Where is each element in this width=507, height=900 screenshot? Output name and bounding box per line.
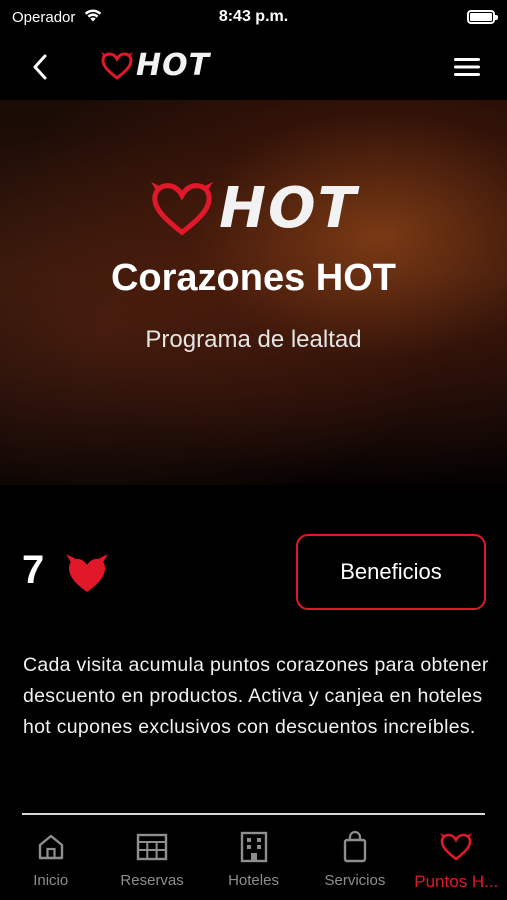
back-button[interactable]	[20, 47, 60, 87]
program-description: Cada visita acumula puntos corazones par…	[23, 654, 489, 738]
menu-button[interactable]	[447, 47, 487, 87]
status-bar: Operador 8:43 p.m.	[0, 0, 507, 34]
tab-label: Servicios	[324, 872, 386, 889]
heart-logo-icon	[101, 51, 133, 80]
status-time: 8:43 p.m.	[218, 8, 289, 25]
chevron-left-icon	[33, 54, 47, 80]
wifi-icon	[83, 7, 103, 27]
calendar-grid-icon	[136, 830, 168, 864]
hero-logo: HOT	[149, 176, 358, 241]
shopping-bag-icon	[341, 830, 369, 864]
tab-label: Inicio	[33, 872, 69, 889]
battery-fill	[470, 13, 492, 21]
tab-hoteles[interactable]: Hoteles	[203, 818, 304, 900]
tab-puntos-hot[interactable]: Puntos H...	[406, 818, 507, 900]
tab-servicios[interactable]: Servicios	[304, 818, 405, 900]
benefits-button[interactable]: Beneficios	[296, 534, 486, 610]
tab-label: Reservas	[120, 872, 184, 889]
hero-subtitle: Programa de lealtad	[145, 326, 362, 353]
heart-logo-icon	[151, 181, 214, 235]
nav-logo: HOT	[100, 48, 210, 83]
tab-label: Hoteles	[228, 872, 279, 889]
devil-heart-icon	[64, 552, 110, 601]
nav-bar: HOT	[0, 34, 507, 100]
hero-title: Corazones HOT	[110, 257, 397, 299]
tab-inicio[interactable]: Inicio	[0, 818, 101, 900]
hero-logo-text: HOT	[219, 176, 358, 241]
hero-banner: HOT Corazones HOT Programa de lealtad	[0, 100, 507, 485]
building-icon	[239, 830, 269, 864]
points-row: 7 Beneficios	[0, 532, 507, 612]
heart-icon	[439, 830, 473, 864]
status-left: Operador	[12, 7, 103, 27]
divider	[22, 813, 485, 815]
home-icon	[36, 830, 66, 864]
carrier-label: Operador	[12, 8, 76, 26]
battery-icon	[467, 10, 498, 24]
nav-logo-text: HOT	[136, 48, 211, 83]
tab-bar: Inicio Reservas Hoteles Servicios Puntos…	[0, 818, 507, 900]
hamburger-icon	[454, 58, 480, 76]
tab-reservas[interactable]: Reservas	[101, 818, 202, 900]
points-value: 7	[22, 548, 45, 592]
tab-label: Puntos H...	[414, 872, 499, 891]
